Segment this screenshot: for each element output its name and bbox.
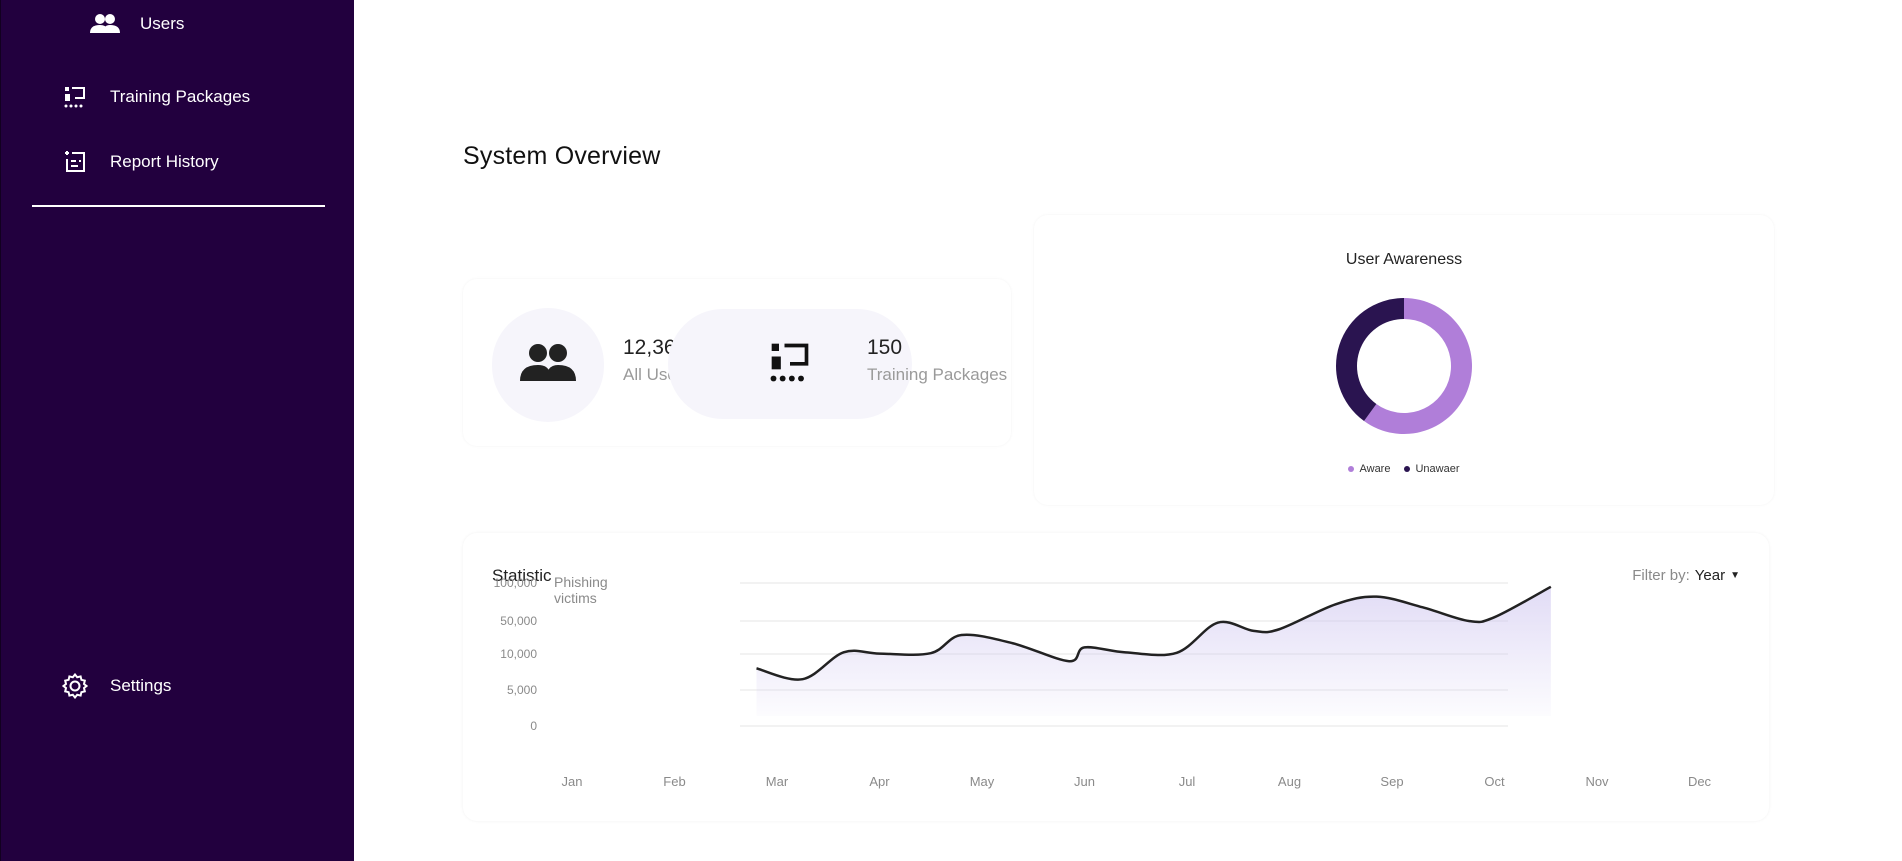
x-tick-label: May <box>970 774 995 789</box>
legend-dot <box>1404 466 1411 472</box>
y-tick-label: 5,000 <box>507 683 537 697</box>
y-tick-label: 50,000 <box>500 614 537 628</box>
users-icon <box>90 13 120 35</box>
y-axis-label: victims <box>554 590 597 606</box>
x-tick-label: Jul <box>1179 774 1196 789</box>
training-packages-icon <box>63 85 87 109</box>
awareness-donut-chart <box>1336 298 1472 434</box>
user-awareness-card: User Awareness Aware Unawaer <box>1034 215 1774 505</box>
awareness-legend: Aware Unawaer <box>1034 463 1774 475</box>
legend-item-aware: Aware <box>1348 463 1390 475</box>
sidebar-item-label: Users <box>140 14 185 33</box>
x-tick-label: Sep <box>1380 774 1403 789</box>
sidebar-item-report-history[interactable]: Report History <box>63 150 219 174</box>
y-tick-label: 100,000 <box>494 576 538 590</box>
users-icon <box>520 343 576 388</box>
sidebar-item-label: Training Packages <box>110 87 251 106</box>
x-tick-label: Oct <box>1484 774 1505 789</box>
legend-label: Aware <box>1359 463 1391 475</box>
x-tick-label: Jan <box>562 774 583 789</box>
stat-icon-box <box>492 308 604 422</box>
gear-icon <box>62 673 88 699</box>
legend-label: Unawaer <box>1415 463 1460 475</box>
pie-slice-unawaer <box>1336 298 1404 422</box>
phishing-line-chart: 0 5,000 10,000 50,000 100,000 Phishingvictims… <box>494 574 1712 789</box>
legend-item-unaware: Unawaer <box>1404 463 1460 475</box>
stat-icon-box <box>668 309 912 419</box>
legend-dot <box>1348 466 1355 472</box>
stats-card: 12,365 All Users 150 Training Packages <box>463 279 1011 446</box>
sidebar-item-training-packages[interactable]: Training Packages <box>63 85 250 109</box>
sidebar-item-settings[interactable]: Settings <box>62 673 171 699</box>
y-tick-label: 10,000 <box>500 647 537 661</box>
x-tick-label: Nov <box>1585 774 1609 789</box>
page-title: System Overview <box>463 142 661 170</box>
sidebar-divider <box>32 205 325 207</box>
y-tick-label: 0 <box>530 719 537 733</box>
report-history-icon <box>63 150 87 174</box>
stat-label-packages: Training Packages <box>867 365 1008 384</box>
x-tick-label: Aug <box>1278 774 1301 789</box>
statistic-card: Statistic Filter by: Year ▼ 0 5,000 10,000… <box>463 533 1769 821</box>
stat-value-packages: 150 <box>867 336 903 359</box>
x-tick-label: Mar <box>766 774 789 789</box>
sidebar: Users Training Packages Report History S… <box>0 0 354 861</box>
x-tick-label: Jun <box>1074 774 1095 789</box>
x-tick-label: Feb <box>663 774 685 789</box>
x-tick-label: Dec <box>1688 774 1712 789</box>
y-axis-label: Phishing <box>554 574 608 590</box>
sidebar-item-users[interactable]: Users <box>90 13 184 35</box>
sidebar-item-label: Settings <box>110 676 172 695</box>
training-packages-icon <box>768 340 812 389</box>
x-tick-label: Apr <box>869 774 890 789</box>
area-fill <box>756 586 1551 716</box>
main-content: System Overview 12,365 All Users 150 Tra… <box>354 0 1902 861</box>
sidebar-item-label: Report History <box>110 152 219 171</box>
